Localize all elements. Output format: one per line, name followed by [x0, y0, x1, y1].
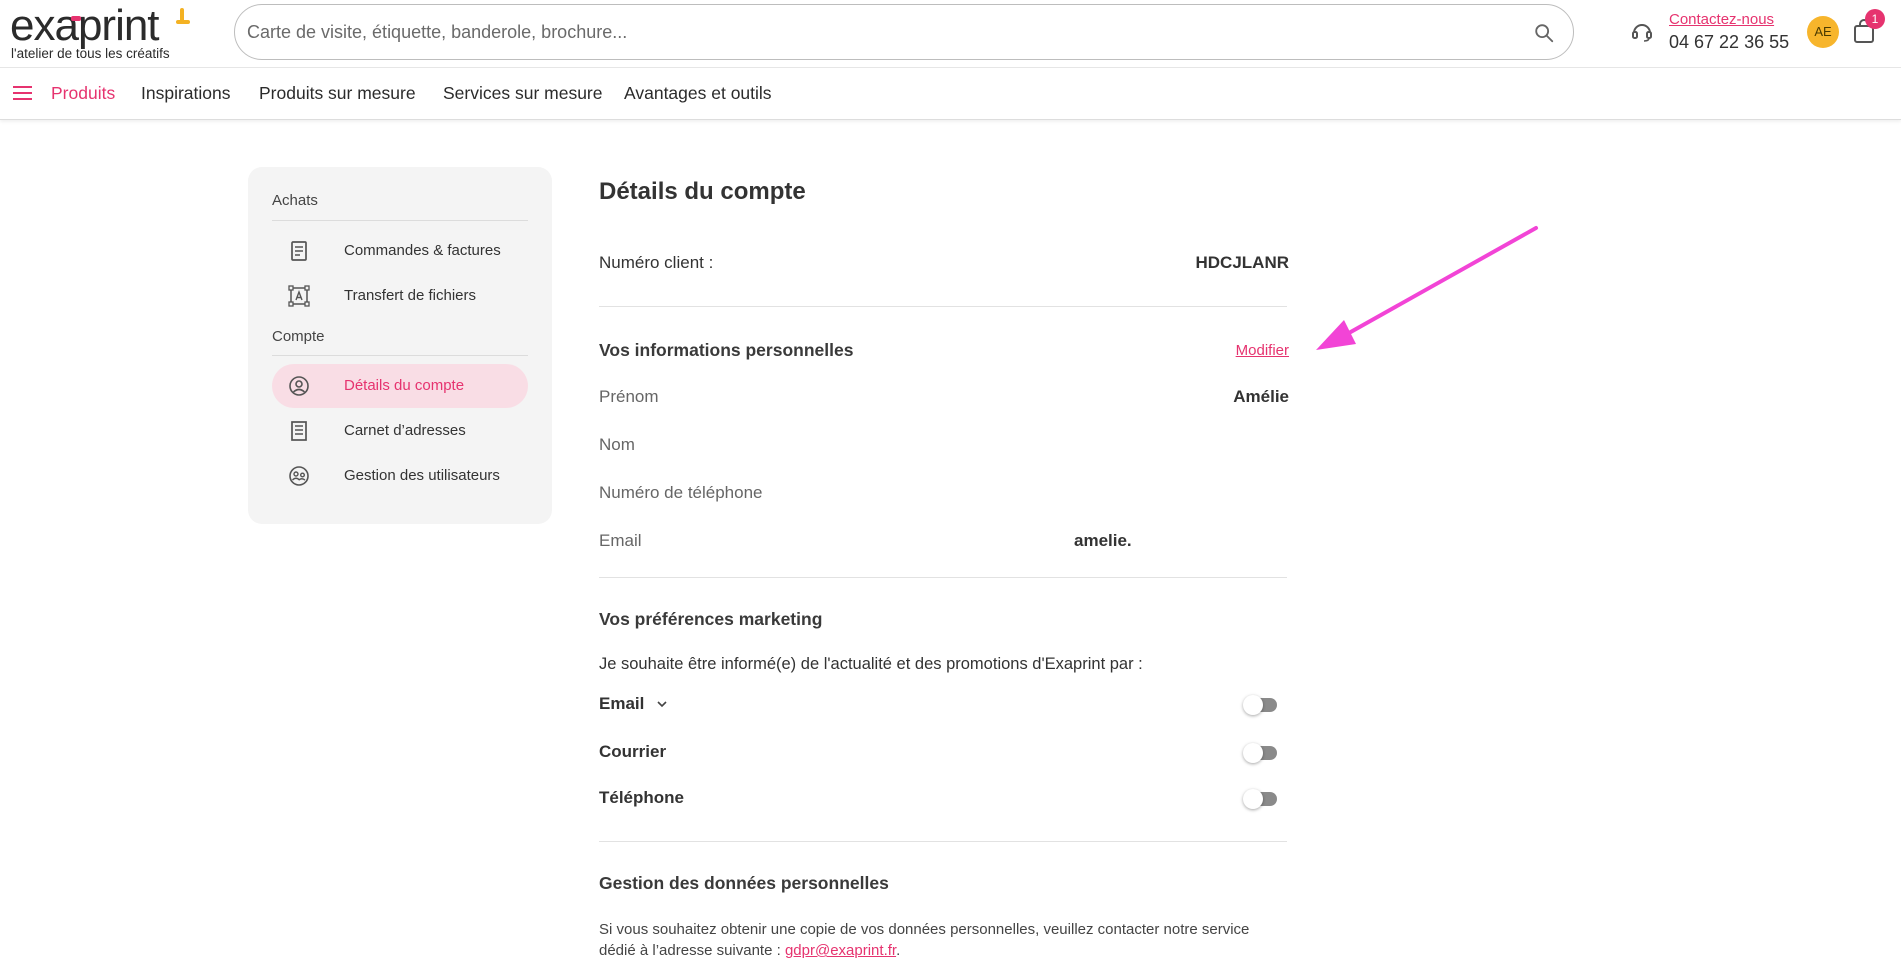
client-number-value: HDCJLANR — [1195, 253, 1290, 272]
cart-count-badge: 1 — [1865, 9, 1885, 29]
pref-email-toggle[interactable] — [1243, 695, 1277, 715]
logo-accent — [71, 16, 81, 21]
marketing-intro: Je souhaite être informé(e) de l'actuali… — [599, 655, 1143, 673]
marketing-prefs-title: Vos préférences marketing — [599, 609, 823, 629]
pref-courrier-label: Courrier — [599, 742, 667, 761]
email-label: Email — [599, 531, 642, 550]
menu-icon[interactable] — [13, 86, 32, 100]
first-name-label: Prénom — [599, 387, 659, 406]
pref-telephone-toggle[interactable] — [1243, 789, 1277, 809]
divider — [272, 220, 528, 221]
nav-item-avantages-outils[interactable]: Avantages et outils — [624, 83, 772, 104]
users-icon — [289, 466, 309, 486]
contact-link[interactable]: Contactez-nous — [1669, 11, 1774, 28]
search-bar — [234, 4, 1574, 60]
pref-row-telephone: Téléphone — [599, 788, 1287, 812]
gdpr-text: Si vous souhaitez obtenir une copie de v… — [599, 921, 1250, 959]
logo-wordmark: exaprint — [10, 1, 160, 50]
page-title: Détails du compte — [599, 178, 806, 205]
account-sidebar: Achats Commandes & factures Transfert de… — [248, 167, 552, 524]
search-icon[interactable] — [1533, 22, 1555, 44]
pref-telephone-label: Téléphone — [599, 788, 685, 807]
sidebar-item-details-compte[interactable]: Détails du compte — [272, 364, 528, 408]
sidebar-item-commandes[interactable]: Commandes & factures — [272, 229, 528, 273]
avatar[interactable]: AE — [1807, 16, 1839, 48]
gdpr-email-link[interactable]: gdpr@exaprint.fr — [785, 942, 896, 959]
pref-row-email: Email — [599, 694, 1287, 718]
sidebar-item-label: Transfert de fichiers — [344, 287, 476, 304]
address-book-icon — [291, 421, 307, 441]
logo-tagline: l'atelier de tous les créatifs — [11, 46, 170, 61]
email-value: amelie. — [1074, 531, 1132, 550]
logo-accent — [176, 20, 190, 24]
modify-link[interactable]: Modifier — [1236, 342, 1289, 359]
sidebar-item-label: Gestion des utilisateurs — [344, 467, 500, 484]
user-circle-icon — [289, 376, 309, 396]
divider — [599, 841, 1287, 842]
pref-row-courrier: Courrier — [599, 742, 1287, 766]
personal-info-title: Vos informations personnelles — [599, 340, 854, 360]
pref-email-label[interactable]: Email — [599, 694, 644, 714]
sidebar-item-label: Commandes & factures — [344, 242, 501, 259]
file-transfer-icon — [288, 285, 310, 307]
nav-item-produits-sur-mesure[interactable]: Produits sur mesure — [259, 83, 416, 104]
sidebar-section-compte: Compte — [272, 328, 325, 345]
pref-courrier-toggle[interactable] — [1243, 743, 1277, 763]
exaprint-logo[interactable]: exaprint l'atelier de tous les créatifs — [10, 1, 190, 61]
sidebar-item-label: Détails du compte — [344, 377, 465, 394]
sidebar-item-label: Carnet d’adresses — [344, 422, 466, 439]
nav-item-produits[interactable]: Produits — [51, 83, 115, 104]
receipt-icon — [291, 241, 307, 261]
sidebar-section-achats: Achats — [272, 192, 318, 209]
chevron-down-icon[interactable] — [655, 697, 669, 711]
divider — [272, 355, 528, 356]
sidebar-item-gestion-utilisateurs[interactable]: Gestion des utilisateurs — [272, 454, 528, 498]
divider — [599, 577, 1287, 578]
search-input[interactable] — [247, 15, 1507, 49]
contact-phone: 04 67 22 36 55 — [1669, 32, 1790, 52]
headset-icon — [1632, 24, 1652, 42]
sidebar-item-carnet-adresses[interactable]: Carnet d’adresses — [272, 409, 528, 453]
site-header: exaprint l'atelier de tous les créatifs … — [0, 0, 1901, 68]
nav-item-inspirations[interactable]: Inspirations — [141, 83, 231, 104]
last-name-label: Nom — [599, 435, 635, 454]
gdpr-title: Gestion des données personnelles — [599, 873, 889, 893]
divider — [599, 306, 1287, 307]
main-nav: Produits Inspirations Produits sur mesur… — [0, 68, 1901, 120]
annotation-arrow-icon — [1316, 226, 1538, 350]
first-name-value: Amélie — [1233, 387, 1289, 406]
nav-item-services-sur-mesure[interactable]: Services sur mesure — [443, 83, 603, 104]
sidebar-item-transfert[interactable]: Transfert de fichiers — [272, 274, 528, 318]
phone-label: Numéro de téléphone — [599, 483, 763, 502]
client-number-label: Numéro client : — [599, 253, 714, 272]
